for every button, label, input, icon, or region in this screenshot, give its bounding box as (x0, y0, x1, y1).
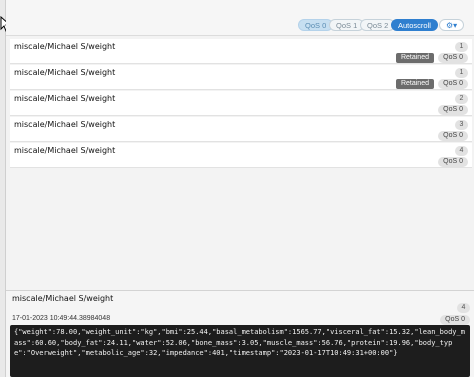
message-row[interactable]: miscale/Michael S/weight 3 QoS 0 (10, 117, 472, 142)
message-count-badge: 1 (455, 42, 468, 52)
message-count-badge: 2 (455, 94, 468, 104)
detail-count-badge: 4 (457, 303, 470, 313)
detail-timestamp: 17-01-2023 10:49:44.38984048 (12, 315, 111, 322)
toolbar: QoS 0 QoS 1 QoS 2 Autoscroll ⚙▾ (6, 0, 474, 36)
message-row[interactable]: miscale/Michael S/weight 1 Retained QoS … (10, 65, 472, 90)
qos-badge: QoS 0 (438, 105, 468, 115)
qos-0-toggle[interactable]: QoS 0 (298, 19, 334, 31)
retained-badge: Retained (395, 79, 434, 89)
qos-badge: QoS 0 (438, 131, 468, 141)
message-topic: miscale/Michael S/weight (14, 94, 116, 103)
qos-1-toggle[interactable]: QoS 1 (329, 19, 365, 31)
qos-badge: QoS 0 (438, 79, 468, 89)
payload-viewer[interactable]: {"weight":78.00,"weight_unit":"kg","bmi"… (10, 325, 470, 377)
qos-2-toggle[interactable]: QoS 2 (360, 19, 396, 31)
autoscroll-button[interactable]: Autoscroll (391, 19, 438, 31)
message-detail-panel: miscale/Michael S/weight 4 17-01-2023 10… (6, 290, 474, 377)
message-row[interactable]: miscale/Michael S/weight 1 Retained QoS … (10, 39, 472, 64)
qos-badge: QoS 0 (438, 53, 468, 63)
message-topic: miscale/Michael S/weight (14, 120, 116, 129)
qos-badge: QoS 0 (438, 157, 468, 167)
message-row[interactable]: miscale/Michael S/weight 4 QoS 0 (10, 143, 472, 168)
message-row[interactable]: miscale/Michael S/weight 2 QoS 0 (10, 91, 472, 116)
message-topic: miscale/Michael S/weight (14, 146, 116, 155)
detail-topic: miscale/Michael S/weight (12, 294, 114, 303)
message-list: miscale/Michael S/weight 1 Retained QoS … (6, 38, 474, 290)
message-topic: miscale/Michael S/weight (14, 42, 116, 51)
message-count-badge: 1 (455, 68, 468, 78)
message-count-badge: 3 (455, 120, 468, 130)
detail-qos-badge: QoS 0 (440, 315, 470, 325)
retained-badge: Retained (395, 53, 434, 63)
message-count-badge: 4 (455, 146, 468, 156)
gear-icon[interactable]: ⚙▾ (439, 19, 465, 31)
message-topic: miscale/Michael S/weight (14, 68, 116, 77)
